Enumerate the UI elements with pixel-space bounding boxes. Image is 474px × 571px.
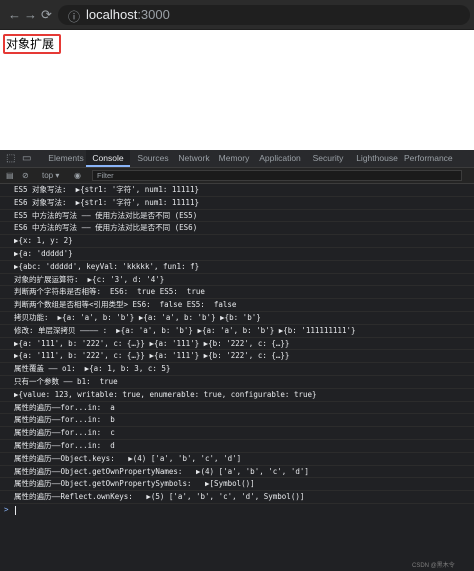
console-line[interactable]: 属性的遍历——Object.getOwnPropertyNames: ▶(4) … xyxy=(0,466,474,479)
console-panel: ES5 对象写法: ▶{str1: '字符', num1: 11111} ES6 … xyxy=(0,184,474,571)
url-text: localhost:3000 xyxy=(86,7,170,22)
console-line[interactable]: ES6 中方法的写法 —— 使用方法对比是否不同 (ES6) xyxy=(0,222,474,236)
page-content: 对象扩展 xyxy=(0,30,474,150)
console-line[interactable]: ES6 对象写法: ▶{str1: '字符', num1: 11111} xyxy=(0,197,474,210)
console-line[interactable]: ES5 中方法的写法 —— 使用方法对比是否不同 (ES5) xyxy=(0,210,474,223)
console-message: ▶{a: 'ddddd'} xyxy=(14,249,73,258)
tab-network[interactable]: Network xyxy=(175,150,213,167)
console-line[interactable]: 属性的遍历——for...in: b xyxy=(0,414,474,428)
console-line[interactable]: 属性的遍历——for...in: a xyxy=(0,402,474,415)
console-line[interactable]: 判断两个字符串是否相等: ES6: true ES5: true xyxy=(0,286,474,300)
console-message: 属性的遍历——for...in: a xyxy=(14,402,115,412)
console-line[interactable]: 判断两个数组是否相等<引用类型> ES6: false ES5: false xyxy=(0,299,474,312)
tab-elements[interactable]: Elements xyxy=(46,150,86,167)
console-message: 对象的扩展运算符: ▶{c: '3', d: '4'} xyxy=(14,274,165,284)
console-line[interactable]: ▶{a: '111', b: '222', c: {…}} ▶{a: '111'… xyxy=(0,338,474,351)
console-message: 判断两个数组是否相等<引用类型> ES6: false ES5: false xyxy=(14,300,237,310)
context-selector[interactable]: top ▾ xyxy=(42,170,59,181)
console-message: 属性的遍历——for...in: d xyxy=(14,441,115,450)
console-message: 属性覆盖 —— o1: ▶{a: 1, b: 3, c: 5} xyxy=(14,364,171,374)
console-message: 属性的遍历——Reflect.ownKeys: ▶(5) ['a', 'b', … xyxy=(14,492,305,502)
console-message: ES5 对象写法: ▶{str1: '字符', num1: 11111} xyxy=(14,185,199,194)
console-line[interactable]: 对象的扩展运算符: ▶{c: '3', d: '4'} xyxy=(0,274,474,287)
filter-placeholder: Filter xyxy=(97,171,114,180)
console-message: 只有一个参数 —— b1: true xyxy=(14,377,118,386)
console-message: 属性的遍历——Object.getOwnPropertySymbols: ▶[S… xyxy=(14,479,255,489)
console-line[interactable]: 拷贝功能: ▶{a: 'a', b: 'b'} ▶{a: 'a', b: 'b'… xyxy=(0,312,474,325)
tab-memory[interactable]: Memory xyxy=(216,150,252,167)
forward-icon[interactable]: → xyxy=(24,7,37,23)
tab-security[interactable]: Security xyxy=(307,150,349,167)
console-toolbar: ▤ ⊘ top ▾ ◉ Filter xyxy=(0,168,474,184)
reload-icon[interactable]: ⟳ xyxy=(41,7,52,23)
console-message: ▶{abc: 'ddddd', keyVal: 'kkkkk', fun1: f… xyxy=(14,261,200,271)
console-line[interactable]: 属性的遍历——for...in: c xyxy=(0,427,474,440)
device-toolbar-icon[interactable]: ▭ xyxy=(22,153,31,164)
watermark: CSDN @黑木令 xyxy=(412,563,455,569)
console-message: 属性的遍历——Object.getOwnPropertyNames: ▶(4) … xyxy=(14,466,309,476)
console-line[interactable]: ▶{a: '111', b: '222', c: {…}} ▶{a: '111'… xyxy=(0,350,474,364)
console-message: 属性的遍历——for...in: b xyxy=(14,415,115,425)
filter-input[interactable]: Filter xyxy=(92,170,462,181)
console-input[interactable]: > xyxy=(0,504,474,517)
tab-sources[interactable]: Sources xyxy=(133,150,173,167)
console-message: 修改: 单层深拷贝 ———— : ▶{a: 'a', b: 'b'} ▶{a: … xyxy=(14,325,356,335)
console-message: 判断两个字符串是否相等: ES6: true ES5: true xyxy=(14,287,205,297)
console-line[interactable]: 只有一个参数 —— b1: true xyxy=(0,376,474,389)
inspect-element-icon[interactable]: ⬚ xyxy=(6,153,15,164)
tab-application[interactable]: Application xyxy=(256,150,304,167)
console-message: ▶{x: 1, y: 2} xyxy=(14,236,73,246)
console-line[interactable]: ▶{abc: 'ddddd', keyVal: 'kkkkk', fun1: f… xyxy=(0,261,474,274)
url-host: localhost xyxy=(86,7,138,22)
console-line[interactable]: ▶{a: 'ddddd'} xyxy=(0,248,474,261)
prompt-icon: > xyxy=(4,504,16,517)
console-message: ▶{value: 123, writable: true, enumerable… xyxy=(14,389,317,399)
back-icon[interactable]: ← xyxy=(8,7,21,23)
tab-performance[interactable]: Performance xyxy=(404,150,453,167)
console-line[interactable]: ▶{value: 123, writable: true, enumerable… xyxy=(0,389,474,402)
console-message: 属性的遍历——for...in: c xyxy=(14,428,115,438)
console-line[interactable]: 属性的遍历——Reflect.ownKeys: ▶(5) ['a', 'b', … xyxy=(0,491,474,504)
devtools-tab-bar: ⬚ ▭ Elements Console Sources Network Memory A… xyxy=(0,150,474,168)
console-line[interactable]: 修改: 单层深拷贝 ———— : ▶{a: 'a', b: 'b'} ▶{a: … xyxy=(0,325,474,338)
info-icon[interactable]: ⓘ xyxy=(68,8,80,25)
tab-lighthouse[interactable]: Lighthouse xyxy=(353,150,401,167)
console-message: ES5 中方法的写法 —— 使用方法对比是否不同 (ES5) xyxy=(14,210,198,220)
console-message: ▶{a: '111', b: '222', c: {…}} ▶{a: '111'… xyxy=(14,351,290,361)
text-caret xyxy=(14,505,16,515)
sidebar-toggle-icon[interactable]: ▤ xyxy=(6,170,14,181)
console-line[interactable]: 属性覆盖 —— o1: ▶{a: 1, b: 3, c: 5} xyxy=(0,363,474,376)
console-message: 拷贝功能: ▶{a: 'a', b: 'b'} ▶{a: 'a', b: 'b'… xyxy=(14,313,261,322)
browser-toolbar: ← → ⟳ ⓘ localhost:3000 xyxy=(0,0,474,30)
console-message: ES6 对象写法: ▶{str1: '字符', num1: 11111} xyxy=(14,197,199,207)
tab-console[interactable]: Console xyxy=(86,150,130,167)
console-line[interactable]: 属性的遍历——Object.keys: ▶(4) ['a', 'b', 'c',… xyxy=(0,453,474,466)
url-port: :3000 xyxy=(137,7,170,22)
console-line[interactable]: 属性的遍历——for...in: d xyxy=(0,440,474,453)
address-bar[interactable]: ⓘ localhost:3000 xyxy=(58,5,470,25)
console-message: ▶{a: '111', b: '222', c: {…}} ▶{a: '111'… xyxy=(14,338,290,348)
console-line[interactable]: 属性的遍历——Object.getOwnPropertySymbols: ▶[S… xyxy=(0,478,474,492)
console-message: 属性的遍历——Object.keys: ▶(4) ['a', 'b', 'c',… xyxy=(14,453,242,463)
console-line[interactable]: ES5 对象写法: ▶{str1: '字符', num1: 11111} xyxy=(0,184,474,197)
clear-console-icon[interactable]: ⊘ xyxy=(22,170,29,181)
console-line[interactable]: ▶{x: 1, y: 2} xyxy=(0,235,474,248)
console-message: ES6 中方法的写法 —— 使用方法对比是否不同 (ES6) xyxy=(14,223,198,233)
page-title: 对象扩展 xyxy=(6,37,55,51)
eye-icon[interactable]: ◉ xyxy=(74,170,81,181)
